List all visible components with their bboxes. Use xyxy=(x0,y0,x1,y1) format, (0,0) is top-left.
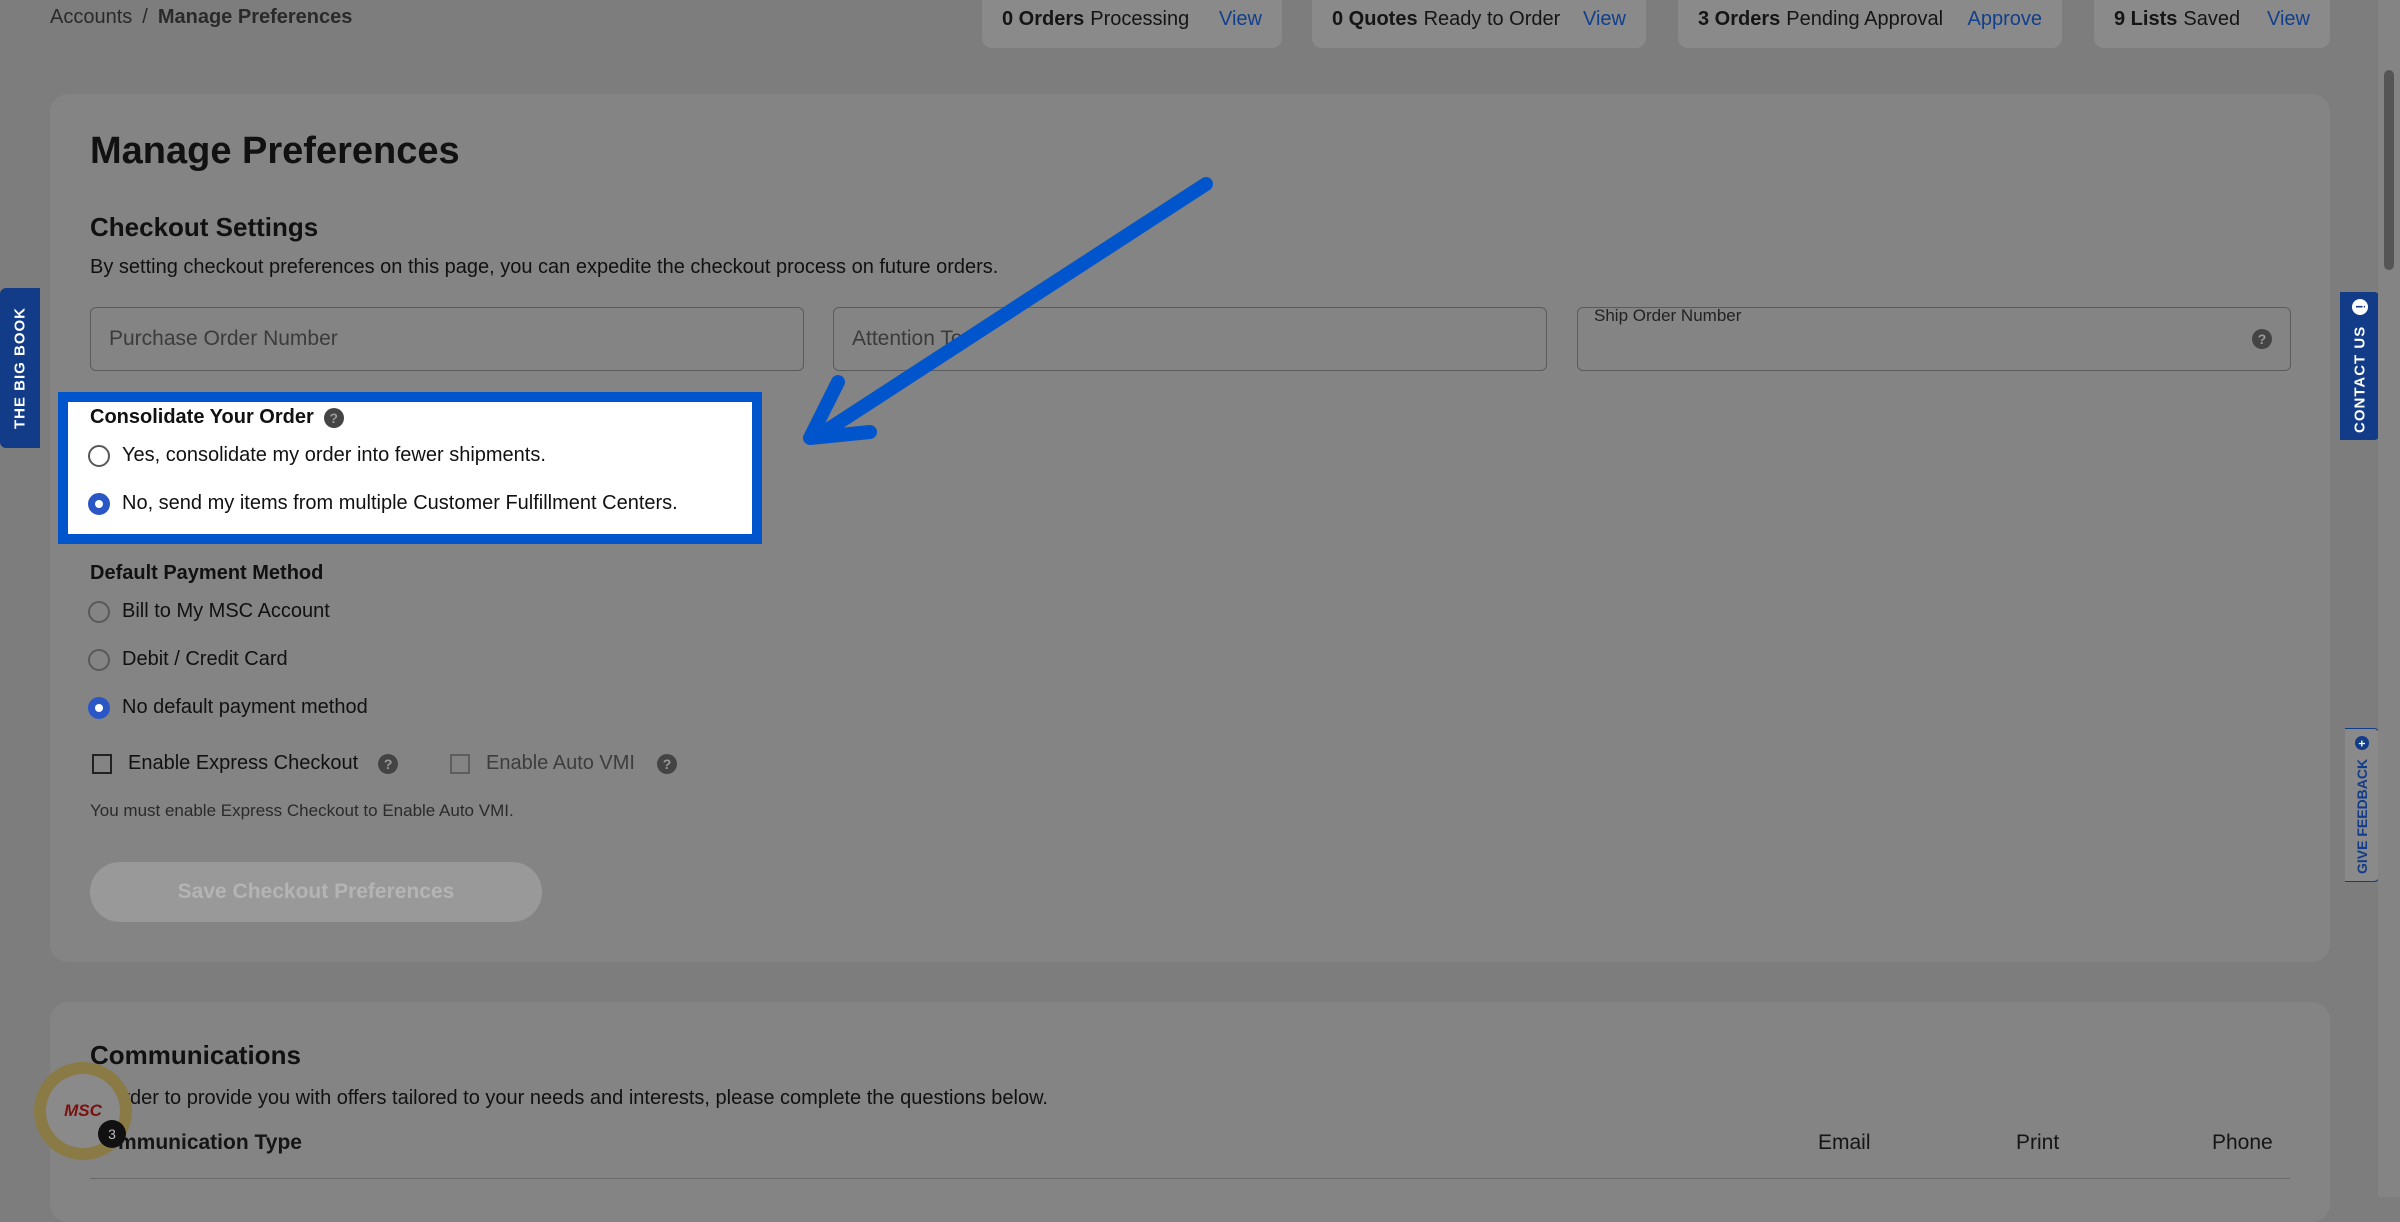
consolidate-help-icon[interactable]: ? xyxy=(323,407,344,428)
express-checkout-label: Enable Express Checkout xyxy=(128,752,359,774)
express-checkbox[interactable] xyxy=(92,753,112,774)
auto-vmi-option: Enable Auto VMI ? xyxy=(450,752,677,775)
ship-order-number-label: Ship Order Number xyxy=(1594,306,1742,325)
pending-approval-card: 3 Orders Pending Approval Approve xyxy=(1678,0,2062,48)
save-checkout-preferences-button[interactable]: Save Checkout Preferences xyxy=(90,862,542,922)
chat-widget[interactable]: MSC 3 xyxy=(34,1062,132,1160)
express-checkout-option[interactable]: Enable Express Checkout ? xyxy=(92,752,399,775)
communications-heading: Communications xyxy=(90,1040,301,1070)
chat-badge: 3 xyxy=(98,1120,126,1148)
radio-checked-icon[interactable] xyxy=(88,696,110,719)
view-quotes-link[interactable]: View xyxy=(1583,8,1626,31)
breadcrumb-separator: / xyxy=(142,6,148,28)
consolidate-yes-label: Yes, consolidate my order into fewer shi… xyxy=(122,444,546,466)
express-help-icon[interactable]: ? xyxy=(378,753,399,774)
big-book-tab[interactable]: THE BIG BOOK xyxy=(0,288,40,448)
consolidate-order-heading: Consolidate Your Order xyxy=(90,406,314,428)
status-count: 0 Quotes xyxy=(1332,7,1418,30)
email-column-header: Email xyxy=(1818,1131,1871,1154)
breadcrumb-accounts-link[interactable]: Accounts xyxy=(50,6,132,28)
express-note: You must enable Express Checkout to Enab… xyxy=(90,801,514,820)
payment-bill-label: Bill to My MSC Account xyxy=(122,600,330,622)
radio-checked-icon[interactable] xyxy=(88,492,110,515)
consolidate-order-label: Consolidate Your Order ? xyxy=(90,406,344,429)
phone-column-header: Phone xyxy=(2212,1131,2273,1154)
annotation-arrow-icon xyxy=(803,177,1213,445)
breadcrumb-current: Manage Preferences xyxy=(157,6,353,28)
print-column-header: Print xyxy=(2016,1131,2060,1154)
approve-link[interactable]: Approve xyxy=(1968,8,2043,31)
radio-unchecked-icon[interactable] xyxy=(88,444,110,467)
status-text: Saved xyxy=(2183,7,2241,30)
plus-icon: + xyxy=(2355,736,2369,751)
auto-vmi-help-icon[interactable]: ? xyxy=(656,753,677,774)
payment-none-option[interactable]: No default payment method xyxy=(88,696,368,719)
give-feedback-tab[interactable]: GIVE FEEDBACK + xyxy=(2345,728,2380,882)
status-text: Ready to Order xyxy=(1423,7,1561,30)
consolidate-no-label: No, send my items from multiple Customer… xyxy=(122,492,678,514)
radio-unchecked-icon[interactable] xyxy=(88,600,110,623)
quotes-ready-card: 0 Quotes Ready to Order View xyxy=(1312,0,1646,48)
orders-processing-card: 0 Orders Processing View xyxy=(982,0,1282,48)
communications-description: In order to provide you with offers tail… xyxy=(90,1087,1048,1109)
give-feedback-label: GIVE FEEDBACK xyxy=(2354,758,2370,874)
ship-order-help-icon[interactable]: ? xyxy=(2252,329,2272,349)
big-book-label: THE BIG BOOK xyxy=(11,307,29,430)
payment-bill-option[interactable]: Bill to My MSC Account xyxy=(88,600,330,623)
page-scrollbar[interactable] xyxy=(2378,0,2400,1197)
payment-method-heading: Default Payment Method xyxy=(90,562,324,584)
contact-us-tab[interactable]: CONTACT US i xyxy=(2340,292,2380,440)
table-divider xyxy=(90,1178,2290,1179)
status-count: 3 Orders xyxy=(1698,7,1781,30)
consolidate-no-option[interactable]: No, send my items from multiple Customer… xyxy=(88,492,678,515)
purchase-order-field xyxy=(90,307,804,371)
contact-us-label: CONTACT US xyxy=(2351,325,2369,433)
breadcrumb: Accounts / Manage Preferences xyxy=(50,6,352,29)
payment-card-option[interactable]: Debit / Credit Card xyxy=(88,648,288,671)
status-text: Pending Approval xyxy=(1786,7,1944,30)
consolidate-yes-option[interactable]: Yes, consolidate my order into fewer shi… xyxy=(88,444,546,467)
ship-order-number-field: Ship Order Number ? xyxy=(1577,306,2291,371)
page-title: Manage Preferences xyxy=(90,130,460,172)
status-text: Processing xyxy=(1090,7,1190,30)
lists-saved-card: 9 Lists Saved View xyxy=(2094,0,2330,48)
status-count: 0 Orders xyxy=(1002,7,1085,30)
radio-unchecked-icon[interactable] xyxy=(88,648,110,671)
auto-vmi-label: Enable Auto VMI xyxy=(486,752,635,774)
view-orders-link[interactable]: View xyxy=(1219,8,1262,31)
purchase-order-input[interactable] xyxy=(91,308,803,370)
payment-card-label: Debit / Credit Card xyxy=(122,648,288,670)
auto-vmi-checkbox xyxy=(450,753,470,774)
scrollbar-thumb[interactable] xyxy=(2384,70,2394,270)
info-icon: i xyxy=(2352,299,2368,316)
payment-none-label: No default payment method xyxy=(122,696,368,718)
view-lists-link[interactable]: View xyxy=(2267,8,2310,31)
checkout-settings-heading: Checkout Settings xyxy=(90,212,319,242)
communications-panel xyxy=(50,1002,2330,1222)
status-count: 9 Lists xyxy=(2114,7,2178,30)
